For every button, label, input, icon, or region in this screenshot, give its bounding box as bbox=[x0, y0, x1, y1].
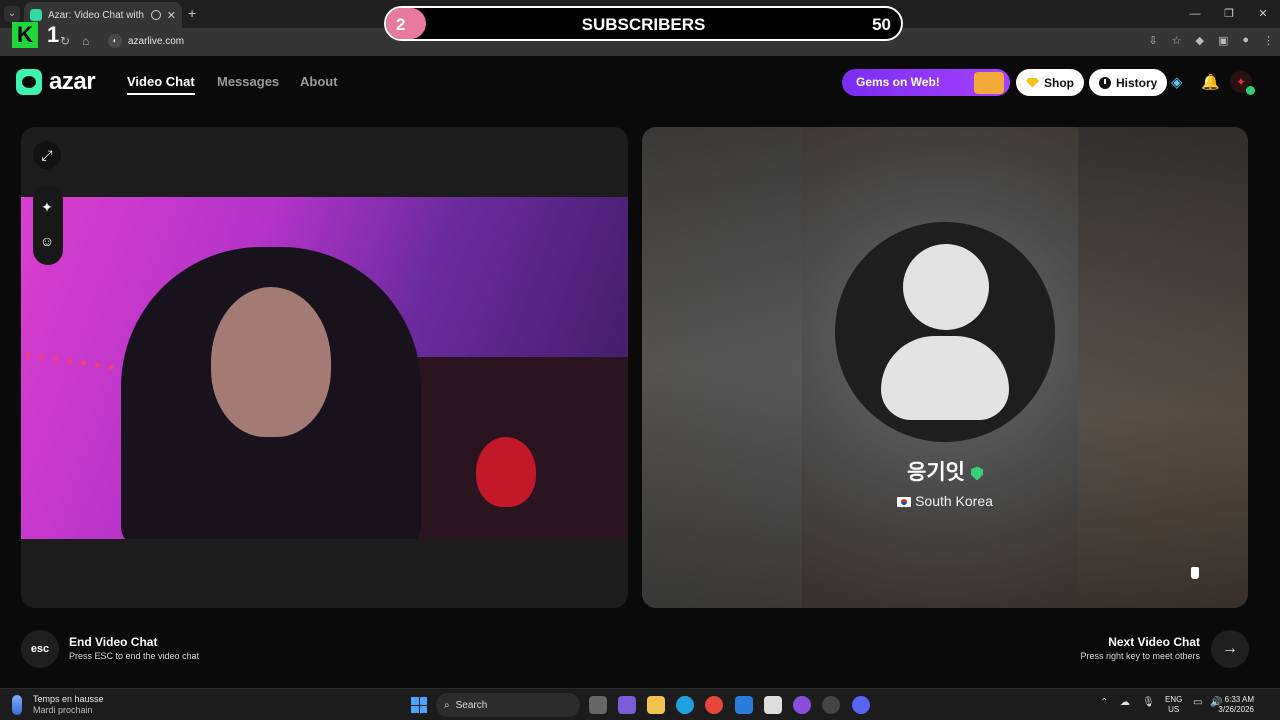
microphone-icon[interactable]: 🎙 bbox=[1142, 697, 1155, 708]
toolbar-icons: ⇩ ☆ ◆ ▣ ● ⋮ bbox=[1148, 34, 1274, 47]
mouse-cursor-icon bbox=[1191, 567, 1199, 579]
notification-bell-icon[interactable]: 🔔 bbox=[1201, 73, 1220, 91]
user-face bbox=[211, 287, 331, 437]
gems-promo-banner[interactable]: Gems on Web! bbox=[842, 69, 1010, 96]
tray-overflow-icon[interactable]: ⌃ bbox=[1100, 697, 1108, 708]
system-clock[interactable]: 6:33 AM 3/26/2026 bbox=[1218, 695, 1254, 715]
next-chat-title: Next Video Chat bbox=[1108, 635, 1200, 649]
mail-app-icon[interactable] bbox=[735, 696, 753, 714]
new-tab-button[interactable]: + bbox=[188, 5, 196, 21]
url-field[interactable]: azarlive.com bbox=[128, 36, 184, 47]
next-chat-arrow-icon[interactable]: → bbox=[1211, 630, 1249, 668]
windows-taskbar: Temps en hausse Mardi prochain ⌕ Search … bbox=[0, 688, 1280, 720]
my-video-panel: ⤢ ✦ ☺ bbox=[21, 127, 628, 608]
chrome-browser-icon[interactable] bbox=[705, 696, 723, 714]
azar-logo-icon[interactable] bbox=[16, 69, 42, 95]
nav-messages[interactable]: Messages bbox=[217, 74, 279, 89]
minimize-button[interactable]: — bbox=[1178, 0, 1212, 28]
channel-logo: K bbox=[12, 22, 38, 48]
browser-menu-icon[interactable]: ⋮ bbox=[1263, 34, 1274, 47]
subscriber-goal: 50 bbox=[872, 15, 891, 34]
extension-icon[interactable]: ◆ bbox=[1195, 34, 1203, 47]
language-indicator[interactable]: ENG US bbox=[1165, 695, 1182, 715]
my-camera-feed bbox=[21, 197, 628, 539]
partner-country: South Korea bbox=[915, 493, 993, 509]
weather-sub[interactable]: Mardi prochain bbox=[33, 705, 93, 715]
avatar-body bbox=[881, 336, 1009, 420]
expand-icon[interactable]: ⤢ bbox=[33, 141, 61, 169]
shop-button[interactable]: Shop bbox=[1016, 69, 1084, 96]
online-status-dot bbox=[1246, 86, 1255, 95]
end-chat-hint: Press ESC to end the video chat bbox=[69, 651, 200, 661]
bookmark-star-icon[interactable]: ☆ bbox=[1172, 34, 1182, 47]
reload-icon[interactable]: ↻ bbox=[60, 34, 70, 48]
store-app-icon[interactable] bbox=[764, 696, 782, 714]
next-chat-hint: Press right key to meet others bbox=[1080, 651, 1200, 661]
partner-avatar-icon bbox=[835, 222, 1055, 442]
history-button[interactable]: History bbox=[1089, 69, 1168, 96]
maximize-button[interactable]: ❐ bbox=[1212, 0, 1246, 28]
edge-browser-icon[interactable] bbox=[676, 696, 694, 714]
language-code: ENG bbox=[1165, 695, 1183, 704]
history-label: History bbox=[1116, 75, 1158, 90]
weather-title[interactable]: Temps en hausse bbox=[33, 694, 104, 704]
recording-icon bbox=[150, 10, 161, 20]
avatar-head bbox=[903, 244, 989, 330]
subscriber-goal-bar: 2 SUBSCRIBERS 50 bbox=[384, 6, 903, 41]
install-app-icon[interactable]: ⇩ bbox=[1148, 34, 1157, 47]
azar-favicon-icon bbox=[30, 9, 42, 21]
onedrive-icon[interactable]: ☁ bbox=[1120, 697, 1130, 708]
partner-video-panel: 응기잇 South Korea bbox=[642, 127, 1248, 608]
extensions-puzzle-icon[interactable]: ▣ bbox=[1218, 34, 1228, 47]
gem-wallet-icon[interactable]: ◈ bbox=[1171, 73, 1183, 91]
shop-label: Shop bbox=[1044, 75, 1074, 90]
promo-text: Gems on Web! bbox=[856, 75, 940, 89]
gem-icon bbox=[1026, 77, 1039, 88]
partner-name: 응기잇 bbox=[907, 461, 965, 484]
keyboard-layout: US bbox=[1168, 705, 1180, 714]
home-icon[interactable]: ⌂ bbox=[82, 34, 89, 48]
channel-number: 1 bbox=[47, 22, 60, 47]
clock-date: 3/26/2026 bbox=[1218, 705, 1254, 714]
verified-badge-icon bbox=[970, 466, 983, 481]
thermometer-icon[interactable] bbox=[12, 695, 22, 715]
treasure-chest-icon bbox=[974, 72, 1004, 94]
task-view-icon[interactable] bbox=[589, 696, 607, 714]
clock-time: 6:33 AM bbox=[1224, 695, 1254, 704]
window-controls: — ❐ ✕ bbox=[1178, 0, 1280, 28]
profile-avatar[interactable]: ✦ bbox=[1230, 71, 1255, 95]
blurred-background-right bbox=[1078, 127, 1248, 608]
subscriber-label: SUBSCRIBERS bbox=[581, 15, 706, 34]
face-mask-icon[interactable]: ☺ bbox=[33, 227, 61, 255]
search-icon: ⌕ bbox=[444, 699, 450, 711]
tab-title: Azar: Video Chat with New bbox=[48, 9, 145, 21]
nav-about[interactable]: About bbox=[300, 74, 338, 89]
discord-app-icon[interactable] bbox=[852, 696, 870, 714]
site-info-icon[interactable]: ◐ bbox=[108, 34, 122, 48]
magic-wand-icon[interactable]: ✦ bbox=[33, 193, 61, 221]
profile-icon[interactable]: ● bbox=[1242, 34, 1249, 47]
tab-close-button[interactable]: ✕ bbox=[167, 9, 176, 22]
partner-name-row: 응기잇 bbox=[642, 456, 1248, 486]
obs-app-icon[interactable] bbox=[793, 696, 811, 714]
file-explorer-icon[interactable] bbox=[647, 696, 665, 714]
spiderman-figure bbox=[476, 437, 536, 507]
end-chat-button[interactable]: esc bbox=[21, 630, 59, 668]
widgets-app-icon[interactable] bbox=[618, 696, 636, 714]
tab-search-button[interactable]: ⌄ bbox=[4, 6, 20, 22]
korea-flag-icon bbox=[897, 497, 912, 508]
end-chat-title: End Video Chat bbox=[69, 635, 158, 649]
partner-country-row: South Korea bbox=[642, 493, 1248, 509]
azar-app: azar Video Chat Messages About Gems on W… bbox=[0, 56, 1280, 688]
nav-video-chat[interactable]: Video Chat bbox=[127, 74, 195, 95]
clock-icon bbox=[1099, 76, 1111, 89]
windows-start-icon[interactable] bbox=[411, 697, 427, 713]
search-label: Search bbox=[455, 699, 488, 711]
network-icon[interactable]: ▭ bbox=[1193, 697, 1202, 708]
settings-app-icon[interactable] bbox=[822, 696, 840, 714]
azar-logo-text[interactable]: azar bbox=[49, 68, 96, 96]
blurred-background-left bbox=[642, 127, 802, 608]
taskbar-search-box[interactable]: ⌕ Search bbox=[436, 693, 580, 717]
window-close-button[interactable]: ✕ bbox=[1246, 0, 1280, 28]
